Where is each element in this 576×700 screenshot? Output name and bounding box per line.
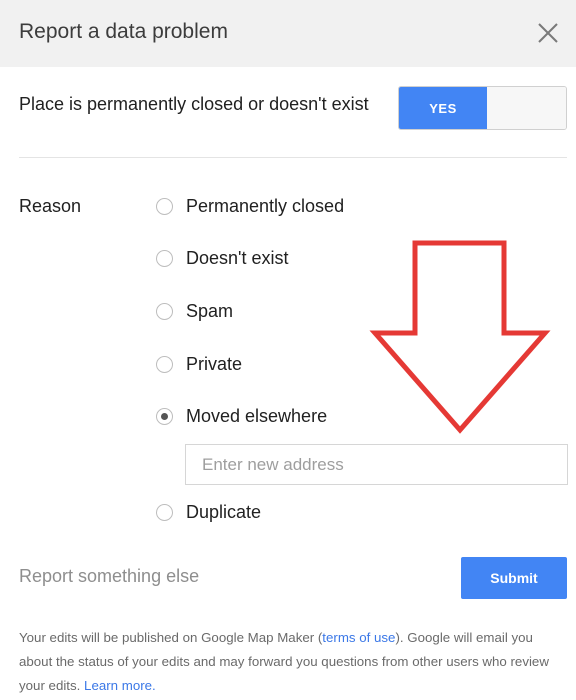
dialog-title: Report a data problem <box>19 20 228 43</box>
toggle-yes[interactable]: YES <box>399 87 487 129</box>
radio-label: Spam <box>186 301 234 321</box>
close-button[interactable] <box>534 19 562 47</box>
reason-option-private[interactable]: Private <box>156 354 242 375</box>
reason-option-moved-elsewhere[interactable]: Moved elsewhere <box>156 406 327 427</box>
divider <box>19 157 567 158</box>
report-something-else-link[interactable]: Report something else <box>19 566 199 587</box>
toggle-no-area[interactable] <box>487 87 566 129</box>
closed-toggle-label: Place is permanently closed or doesn't e… <box>19 94 369 114</box>
closed-toggle[interactable]: YES <box>398 86 567 130</box>
reason-option-duplicate[interactable]: Duplicate <box>156 502 261 523</box>
radio-button[interactable] <box>156 250 173 267</box>
footer-note: Your edits will be published on Google M… <box>19 626 559 698</box>
radio-button-checked[interactable] <box>156 408 173 425</box>
radio-button[interactable] <box>156 356 173 373</box>
new-address-input[interactable] <box>185 444 568 485</box>
radio-button[interactable] <box>156 504 173 521</box>
submit-button[interactable]: Submit <box>461 557 567 599</box>
close-icon <box>538 23 558 43</box>
radio-button[interactable] <box>156 198 173 215</box>
radio-label: Permanently closed <box>186 196 345 216</box>
radio-label: Duplicate <box>186 502 262 522</box>
reason-option-spam[interactable]: Spam <box>156 301 233 322</box>
terms-of-use-link[interactable]: terms of use <box>322 630 395 645</box>
radio-label: Moved elsewhere <box>186 406 328 426</box>
radio-button[interactable] <box>156 303 173 320</box>
reason-option-doesnt-exist[interactable]: Doesn't exist <box>156 248 288 269</box>
radio-label: Private <box>186 354 243 374</box>
reason-label: Reason <box>19 196 82 216</box>
reason-option-permanently-closed[interactable]: Permanently closed <box>156 196 344 217</box>
annotation-arrow-icon <box>369 240 551 434</box>
dialog-header: Report a data problem <box>0 0 576 67</box>
footer-text: Your edits will be published on Google M… <box>19 630 323 645</box>
radio-label: Doesn't exist <box>186 248 289 268</box>
learn-more-link[interactable]: Learn more. <box>84 678 156 693</box>
